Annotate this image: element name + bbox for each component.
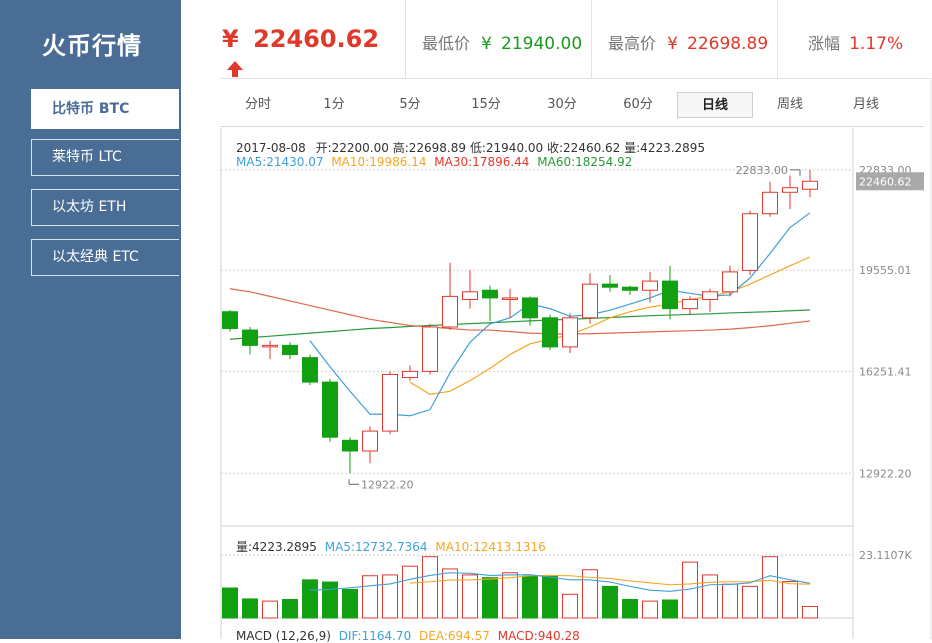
candle-body (542, 317, 558, 348)
last-price-label: 22460.62 (859, 175, 912, 188)
volume-bar (762, 556, 778, 619)
volume-bar (482, 577, 498, 619)
volume-bar (402, 565, 418, 619)
volume-bar (322, 581, 338, 619)
ma60-line (229, 309, 811, 340)
candle-body (742, 213, 758, 271)
volume-bar (222, 587, 238, 619)
min-marker-label: 12922.20 (361, 478, 414, 491)
y-tick-label: 19555.01 (859, 264, 912, 277)
volume-bar (362, 575, 378, 619)
volume-bar (522, 575, 538, 619)
candle-body (562, 317, 578, 348)
candle-body (682, 298, 698, 310)
candle-body (462, 291, 478, 300)
volume-bar (262, 600, 278, 619)
volume-bar (702, 574, 718, 619)
volume-bar (642, 600, 658, 619)
candle-body (582, 283, 598, 319)
candle-body (502, 297, 518, 300)
candle-body (402, 370, 418, 379)
volume-bar (502, 572, 518, 619)
volume-bar (562, 593, 578, 619)
candle-body (302, 357, 318, 383)
candle-body (642, 280, 658, 291)
candle-body (602, 283, 618, 288)
volume-bar (302, 579, 318, 619)
volume-bar (622, 598, 638, 619)
candle-body (422, 326, 438, 372)
max-marker-label: 22833.00 (736, 164, 789, 177)
volume-bar (342, 588, 358, 619)
y-tick-label: 12922.20 (859, 467, 912, 480)
candle-body (242, 329, 258, 346)
candle-body (382, 373, 398, 432)
candlestick-chart[interactable]: 22833.00 19555.01 16251.41 12922.20 22460.62… (0, 0, 932, 639)
volume-bar (662, 599, 678, 619)
volume-axis-label: 23.1107K (859, 549, 912, 562)
volume-bar (722, 583, 738, 619)
candle-body (762, 191, 778, 215)
volume-bar (782, 580, 798, 619)
candle-body (322, 381, 338, 438)
volume-bar (242, 598, 258, 619)
candle-body (282, 344, 298, 356)
volume-bar (462, 574, 478, 619)
candle-body (262, 344, 278, 348)
volume-bar (742, 585, 758, 619)
candle-body (342, 439, 358, 452)
volume-bar (422, 556, 438, 619)
volume-bar (282, 598, 298, 619)
volume-bar (802, 605, 818, 619)
candle-body (702, 291, 718, 300)
candle-body (522, 297, 538, 319)
candle-body (482, 289, 498, 299)
candle-body (662, 280, 678, 310)
candle-body (442, 295, 458, 328)
y-tick-label: 16251.41 (859, 365, 912, 378)
volume-bar (442, 568, 458, 619)
volume-bar (382, 574, 398, 619)
candle-body (802, 180, 818, 190)
volume-bar (602, 585, 618, 619)
candle-body (782, 187, 798, 193)
candle-body (622, 286, 638, 291)
candle-body (362, 430, 378, 452)
volume-bar (542, 575, 558, 619)
candle-body (222, 311, 238, 330)
candle-body (722, 271, 738, 293)
